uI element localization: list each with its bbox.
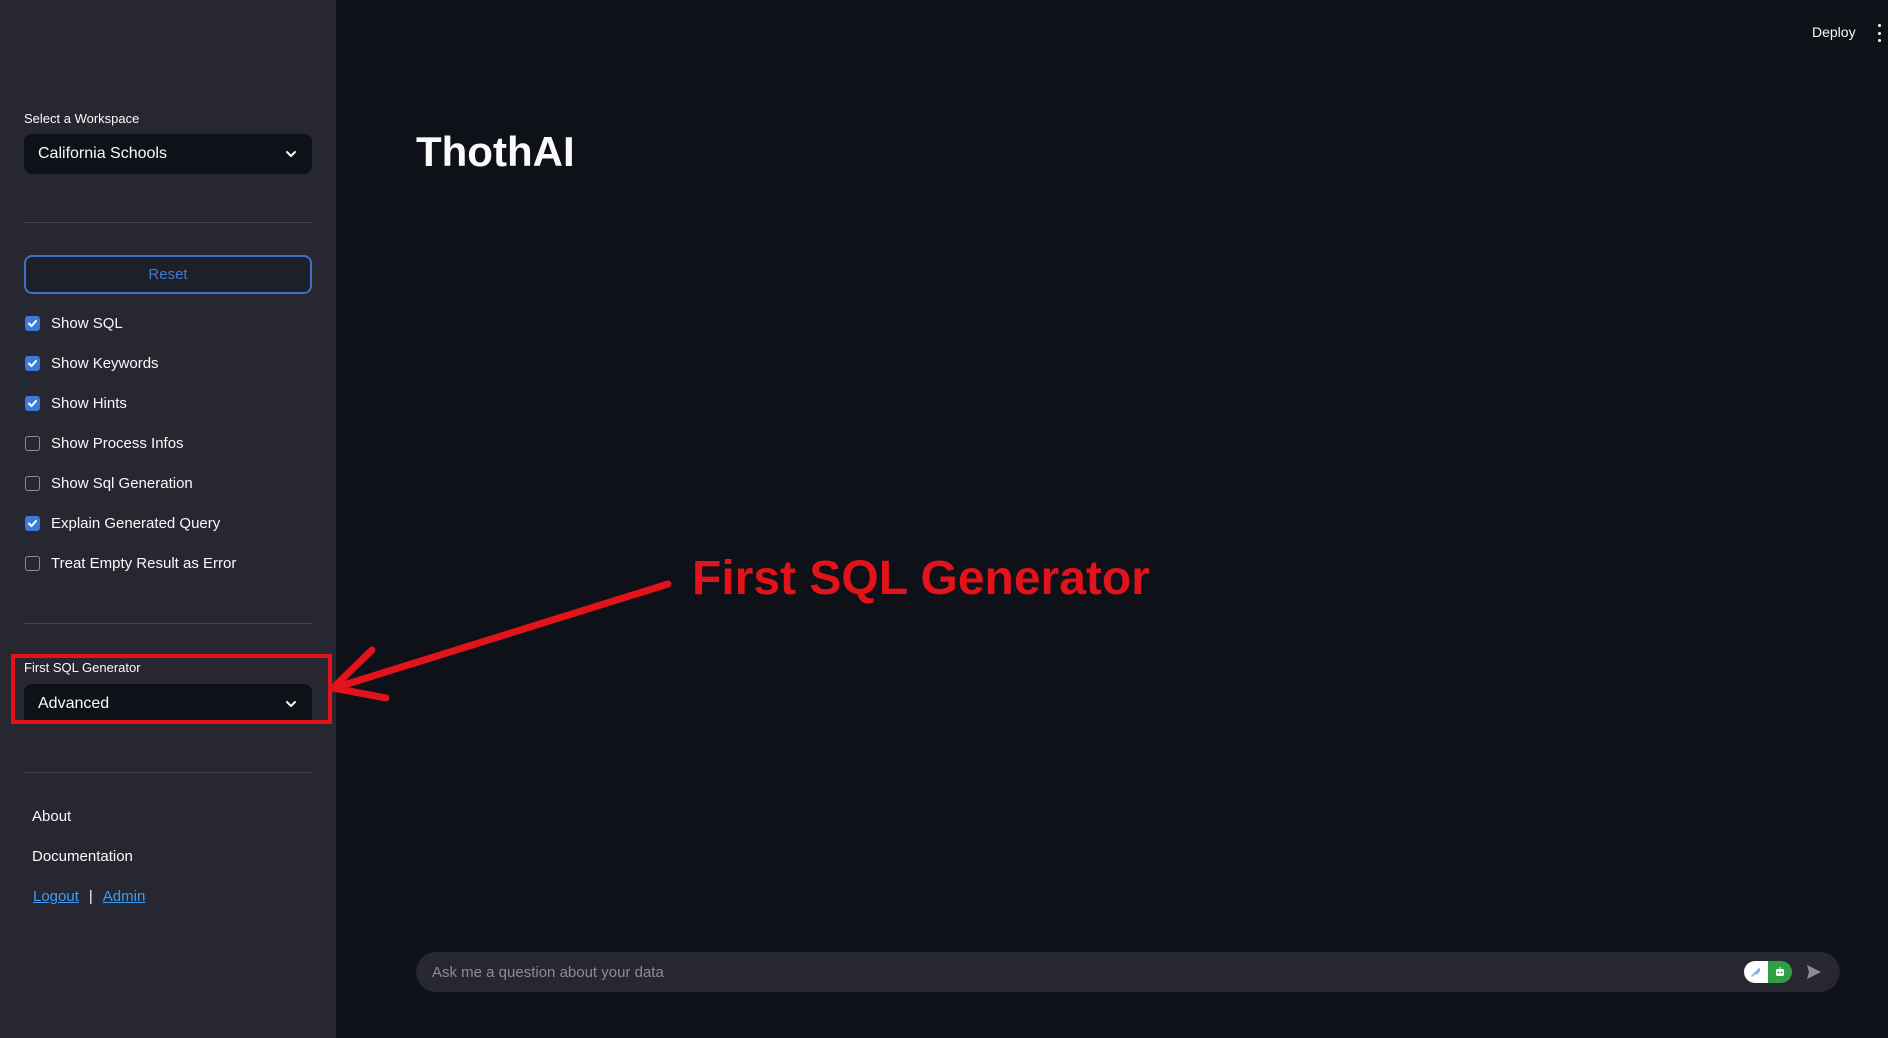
chevron-down-icon — [286, 151, 296, 157]
admin-link[interactable]: Admin — [103, 888, 146, 905]
sidebar-divider — [24, 772, 312, 773]
annotation-highlight-box — [11, 654, 332, 724]
nav-about[interactable]: About — [32, 808, 71, 825]
sidebar: Select a Workspace California Schools Re… — [0, 0, 336, 1038]
robot-icon — [1768, 961, 1792, 983]
annotation-label: First SQL Generator — [692, 552, 1150, 605]
extension-toggle[interactable] — [1744, 961, 1792, 983]
send-icon[interactable] — [1804, 962, 1824, 982]
more-menu-icon[interactable] — [1878, 24, 1884, 42]
chat-input-bar — [416, 952, 1840, 992]
checkbox-unchecked-icon — [25, 476, 40, 491]
checkbox-show-process-infos[interactable]: Show Process Infos — [25, 435, 184, 452]
sidebar-divider — [24, 222, 312, 223]
auth-links: Logout | Admin — [33, 888, 145, 905]
workspace-select-value: California Schools — [38, 145, 167, 162]
nav-documentation[interactable]: Documentation — [32, 848, 133, 865]
checkbox-show-sql[interactable]: Show SQL — [25, 315, 123, 332]
checkbox-show-hints[interactable]: Show Hints — [25, 395, 127, 412]
checkbox-show-keywords[interactable]: Show Keywords — [25, 355, 159, 372]
chat-input[interactable] — [432, 963, 1744, 981]
checkbox-treat-empty-result-as-error[interactable]: Treat Empty Result as Error — [25, 555, 236, 572]
checkbox-checked-icon — [25, 316, 40, 331]
checkbox-unchecked-icon — [25, 556, 40, 571]
feather-icon — [1744, 961, 1768, 983]
sidebar-divider — [24, 623, 312, 624]
checkbox-label: Show Keywords — [51, 355, 159, 372]
checkbox-checked-icon — [25, 516, 40, 531]
checkbox-show-sql-generation[interactable]: Show Sql Generation — [25, 475, 193, 492]
deploy-button[interactable]: Deploy — [1812, 24, 1856, 40]
checkbox-checked-icon — [25, 396, 40, 411]
checkbox-label: Show Process Infos — [51, 435, 184, 452]
checkbox-explain-generated-query[interactable]: Explain Generated Query — [25, 515, 220, 532]
checkbox-label: Show Sql Generation — [51, 475, 193, 492]
page-title: ThothAI — [416, 128, 575, 175]
reset-button[interactable]: Reset — [24, 255, 312, 294]
workspace-select[interactable]: California Schools — [24, 134, 312, 174]
logout-link[interactable]: Logout — [33, 888, 79, 905]
checkbox-label: Explain Generated Query — [51, 515, 221, 532]
checkbox-checked-icon — [25, 356, 40, 371]
link-separator: | — [88, 888, 93, 905]
checkbox-label: Treat Empty Result as Error — [51, 555, 237, 572]
checkbox-unchecked-icon — [25, 436, 40, 451]
checkbox-label: Show Hints — [51, 395, 127, 412]
checkbox-label: Show SQL — [51, 315, 123, 332]
workspace-label: Select a Workspace — [24, 111, 140, 126]
